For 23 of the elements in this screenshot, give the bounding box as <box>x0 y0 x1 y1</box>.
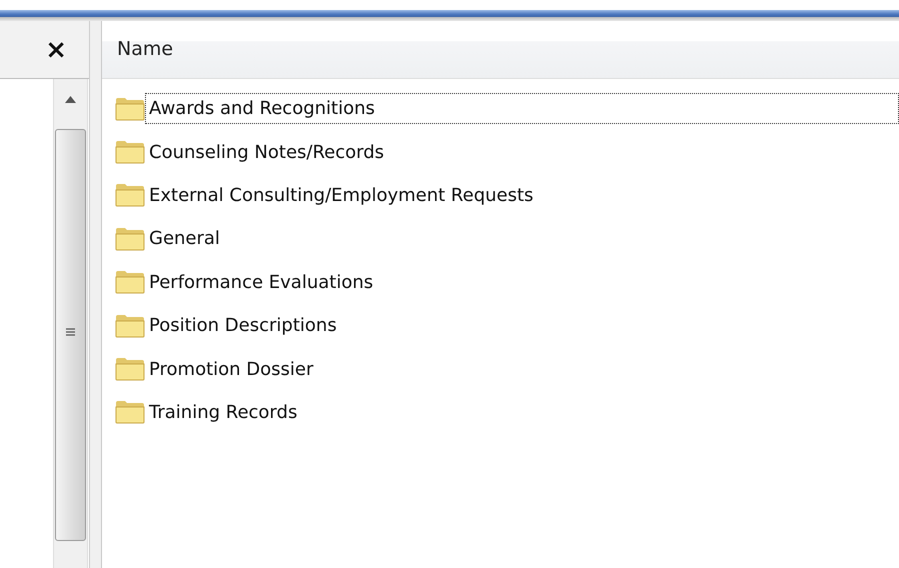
folder-icon <box>115 140 145 164</box>
scrollbar[interactable] <box>53 79 88 568</box>
folder-icon <box>115 357 145 382</box>
folder-name[interactable]: External Consulting/Employment Requests <box>145 180 899 211</box>
pane-splitter[interactable] <box>90 21 102 568</box>
grip-icon <box>66 328 75 337</box>
folder-icon <box>115 270 145 294</box>
folder-name[interactable]: Training Records <box>145 396 899 428</box>
folder-icon <box>115 183 145 208</box>
folder-name[interactable]: Promotion Dossier <box>145 354 899 385</box>
folder-name[interactable]: Counseling Notes/Records <box>145 136 899 168</box>
scroll-thumb[interactable] <box>55 129 86 541</box>
folder-icon <box>115 226 145 251</box>
close-button[interactable]: × <box>41 36 71 62</box>
folder-icon <box>115 400 145 424</box>
folder-name[interactable]: Performance Evaluations <box>145 266 899 298</box>
folder-name[interactable]: Position Descriptions <box>145 310 899 342</box>
folder-icon <box>115 96 145 121</box>
folder-name[interactable]: Awards and Recognitions <box>145 93 899 124</box>
scroll-up-icon[interactable] <box>65 96 76 103</box>
column-header[interactable]: Name <box>117 35 174 64</box>
folder-name[interactable]: General <box>145 223 899 254</box>
folder-icon <box>115 314 145 338</box>
